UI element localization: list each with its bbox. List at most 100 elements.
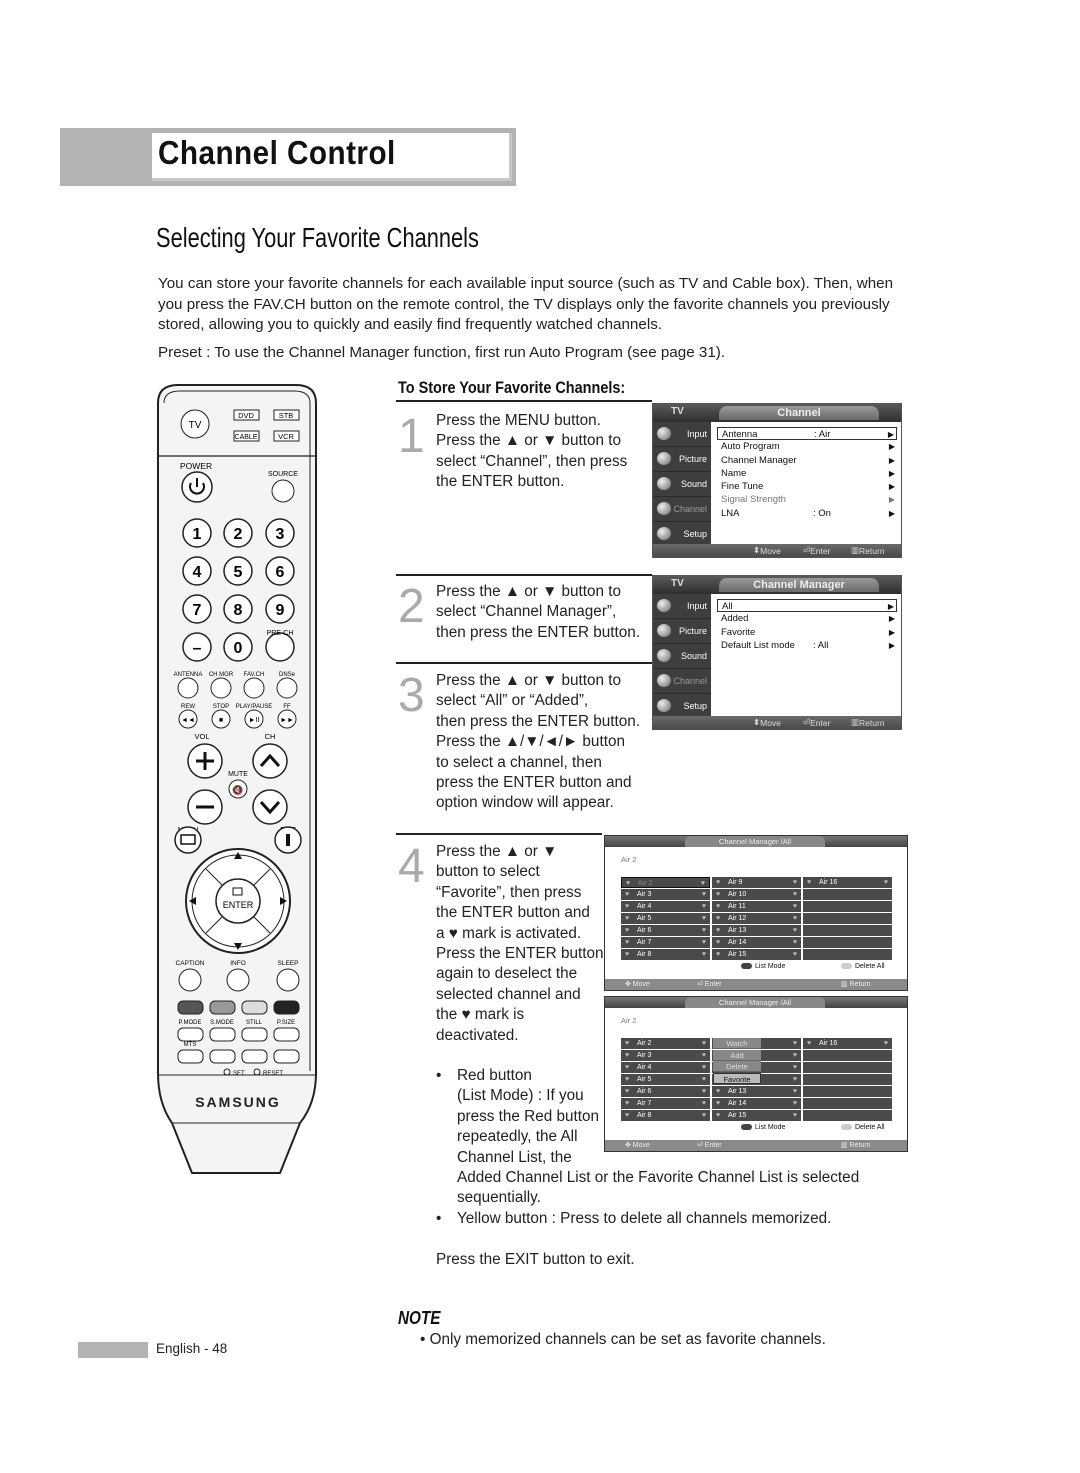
heart-icon: ♥ <box>792 1076 797 1083</box>
color-key-label: P.SIZE <box>277 1020 295 1026</box>
list-topbar: Channel Manager /All <box>605 836 907 847</box>
step-line: button to select <box>436 863 540 881</box>
color-key <box>241 1000 268 1015</box>
channel-cell[interactable] <box>803 1062 892 1073</box>
menu-item[interactable]: All ▶ <box>717 599 897 613</box>
delete-all-legend: Delete All <box>841 1124 885 1131</box>
menu-item[interactable]: Favorite ▶ <box>717 626 897 639</box>
channel-cell[interactable]: ♥ Air 5 ♥ <box>621 1074 710 1085</box>
channel-cell[interactable]: ♥ Air 4 ♥ <box>621 901 710 912</box>
menu-topbar: TV Channel Manager <box>653 576 901 594</box>
sound-icon <box>657 477 671 490</box>
heart-icon: ♥ <box>792 951 797 958</box>
menu-item[interactable]: LNA: On ▶ <box>717 507 897 520</box>
digit-button <box>265 632 295 662</box>
option-delete[interactable]: Delete <box>713 1061 761 1072</box>
digit-label: 4 <box>193 564 202 581</box>
sidebar-item-channel[interactable]: Channel <box>653 669 711 694</box>
channel-cell[interactable]: ♥ Air 3 ♥ <box>621 1050 710 1061</box>
channel-cell[interactable]: ♥ Air 2 ♥ <box>621 1038 710 1049</box>
menu-item[interactable]: Fine Tune ▶ <box>717 480 897 493</box>
list-mode-legend: List Mode <box>741 1124 785 1131</box>
channel-cell[interactable]: ♥Air 10♥ <box>712 889 801 900</box>
color-key-label: S.MODE <box>210 1020 234 1026</box>
sidebar-item-input[interactable]: Input <box>653 422 711 447</box>
option-watch[interactable]: Watch <box>713 1038 761 1049</box>
channel-cell[interactable] <box>803 925 892 936</box>
channel-cell[interactable]: ♥ Air 7 ♥ <box>621 937 710 948</box>
channel-cell[interactable] <box>803 949 892 960</box>
channel-cell[interactable] <box>803 889 892 900</box>
sidebar-item-input[interactable]: Input <box>653 594 711 619</box>
channel-cell[interactable] <box>803 1050 892 1061</box>
sidebar-item-channel[interactable]: Channel <box>653 497 711 522</box>
arrow-right-icon: ▶ <box>888 455 895 465</box>
yellow-button-bullet: Yellow button : Press to delete all chan… <box>457 1210 832 1227</box>
channel-cell[interactable]: ♥Air 9♥ <box>712 877 801 888</box>
channel-cell[interactable]: ♥ Air 2 ♥ <box>621 877 710 888</box>
channel-cell[interactable]: ♥ Air 14 ♥ <box>712 1098 801 1109</box>
channel-cell[interactable]: ♥ Air 14 ♥ <box>712 937 801 948</box>
sidebar-item-picture[interactable]: Picture <box>653 447 711 472</box>
channel-cell[interactable]: ♥Air 11♥ <box>712 901 801 912</box>
channel-cell[interactable]: ♥ Air 15 ♥ <box>712 1110 801 1121</box>
channel-cell[interactable] <box>803 1074 892 1085</box>
arrow-right-icon: ▶ <box>888 614 895 624</box>
note-heading: NOTE <box>398 1308 441 1328</box>
transport-icon: ►II <box>249 717 260 724</box>
channel-cell[interactable]: ♥Air 12♥ <box>712 913 801 924</box>
menu-item[interactable]: Name ▶ <box>717 467 897 480</box>
channel-cell[interactable]: ♥ Air 6 ♥ <box>621 925 710 936</box>
channel-cell[interactable] <box>803 1110 892 1121</box>
channel-cell[interactable] <box>803 1098 892 1109</box>
arrow-right-icon: ▶ <box>888 442 895 452</box>
channel-cell[interactable]: ♥ Air 5 ♥ <box>621 913 710 924</box>
heart-icon: ♥ <box>625 1100 630 1107</box>
digit-label: 9 <box>276 602 285 619</box>
option-favorite[interactable]: Favorite <box>713 1072 761 1084</box>
heart-icon: ♥ <box>883 1040 888 1047</box>
channel-cell[interactable]: ♥ Air 6 ♥ <box>621 1086 710 1097</box>
channel-cell[interactable]: ♥ Air 4 ♥ <box>621 1062 710 1073</box>
menu-item[interactable]: Added ▶ <box>717 612 897 625</box>
heart-icon: ♥ <box>792 891 797 898</box>
sidebar-item-picture[interactable]: Picture <box>653 619 711 644</box>
menu-item[interactable]: Auto Program ▶ <box>717 440 897 453</box>
channel-cell[interactable] <box>803 937 892 948</box>
sidebar-item-sound[interactable]: Sound <box>653 472 711 497</box>
remote-button <box>273 1049 300 1064</box>
step-line: Press the ENTER button <box>436 945 604 963</box>
prech-label: PRE-CH <box>267 630 294 637</box>
heart-icon: ♥ <box>701 927 706 934</box>
heart-icon: ♥ <box>716 903 721 910</box>
tv-menu-channel: TV Channel Input Picture Sound Channel Setup A… <box>652 403 902 558</box>
channel-cell[interactable]: ♥ Air 13 ♥ <box>712 1086 801 1097</box>
return-hint: ▥ Return <box>851 717 885 728</box>
channel-cell[interactable]: ♥ Air 7 ♥ <box>621 1098 710 1109</box>
channel-cell[interactable]: ♥ Air 13 ♥ <box>712 925 801 936</box>
color-key-label: STILL <box>246 1020 263 1026</box>
channel-cell[interactable] <box>803 913 892 924</box>
channel-cell[interactable]: ♥ Air 16 ♥ <box>803 1038 892 1049</box>
move-hint: ⬍ Move <box>753 545 781 556</box>
tv-button-label: TV <box>189 420 202 431</box>
option-add[interactable]: Add <box>713 1049 761 1061</box>
channel-cell[interactable] <box>803 1086 892 1097</box>
menu-item[interactable]: Channel Manager ▶ <box>717 454 897 467</box>
transport-icon: ►► <box>280 717 294 724</box>
menu-item[interactable]: Default List mode: All ▶ <box>717 639 897 652</box>
step-1-text: Press the MENU button. Press the ▲ or ▼ b… <box>436 411 627 493</box>
digit-label: 7 <box>193 602 202 619</box>
power-label: POWER <box>180 461 212 471</box>
channel-cell[interactable] <box>803 901 892 912</box>
channel-cell[interactable]: ♥ Air 3 ♥ <box>621 889 710 900</box>
channel-cell[interactable]: ♥ Air 16 ♥ <box>803 877 892 888</box>
menu-item[interactable]: Antenna: Air ▶ <box>717 427 897 441</box>
channel-cell[interactable]: ♥ Air 8 ♥ <box>621 1110 710 1121</box>
menu-item[interactable]: Signal Strength ▶ <box>717 493 897 506</box>
section-title: Selecting Your Favorite Channels <box>156 222 479 253</box>
channel-cell[interactable]: ♥ Air 15 ♥ <box>712 949 801 960</box>
sidebar-item-sound[interactable]: Sound <box>653 644 711 669</box>
heart-icon: ♥ <box>716 915 721 922</box>
channel-cell[interactable]: ♥ Air 8 ♥ <box>621 949 710 960</box>
